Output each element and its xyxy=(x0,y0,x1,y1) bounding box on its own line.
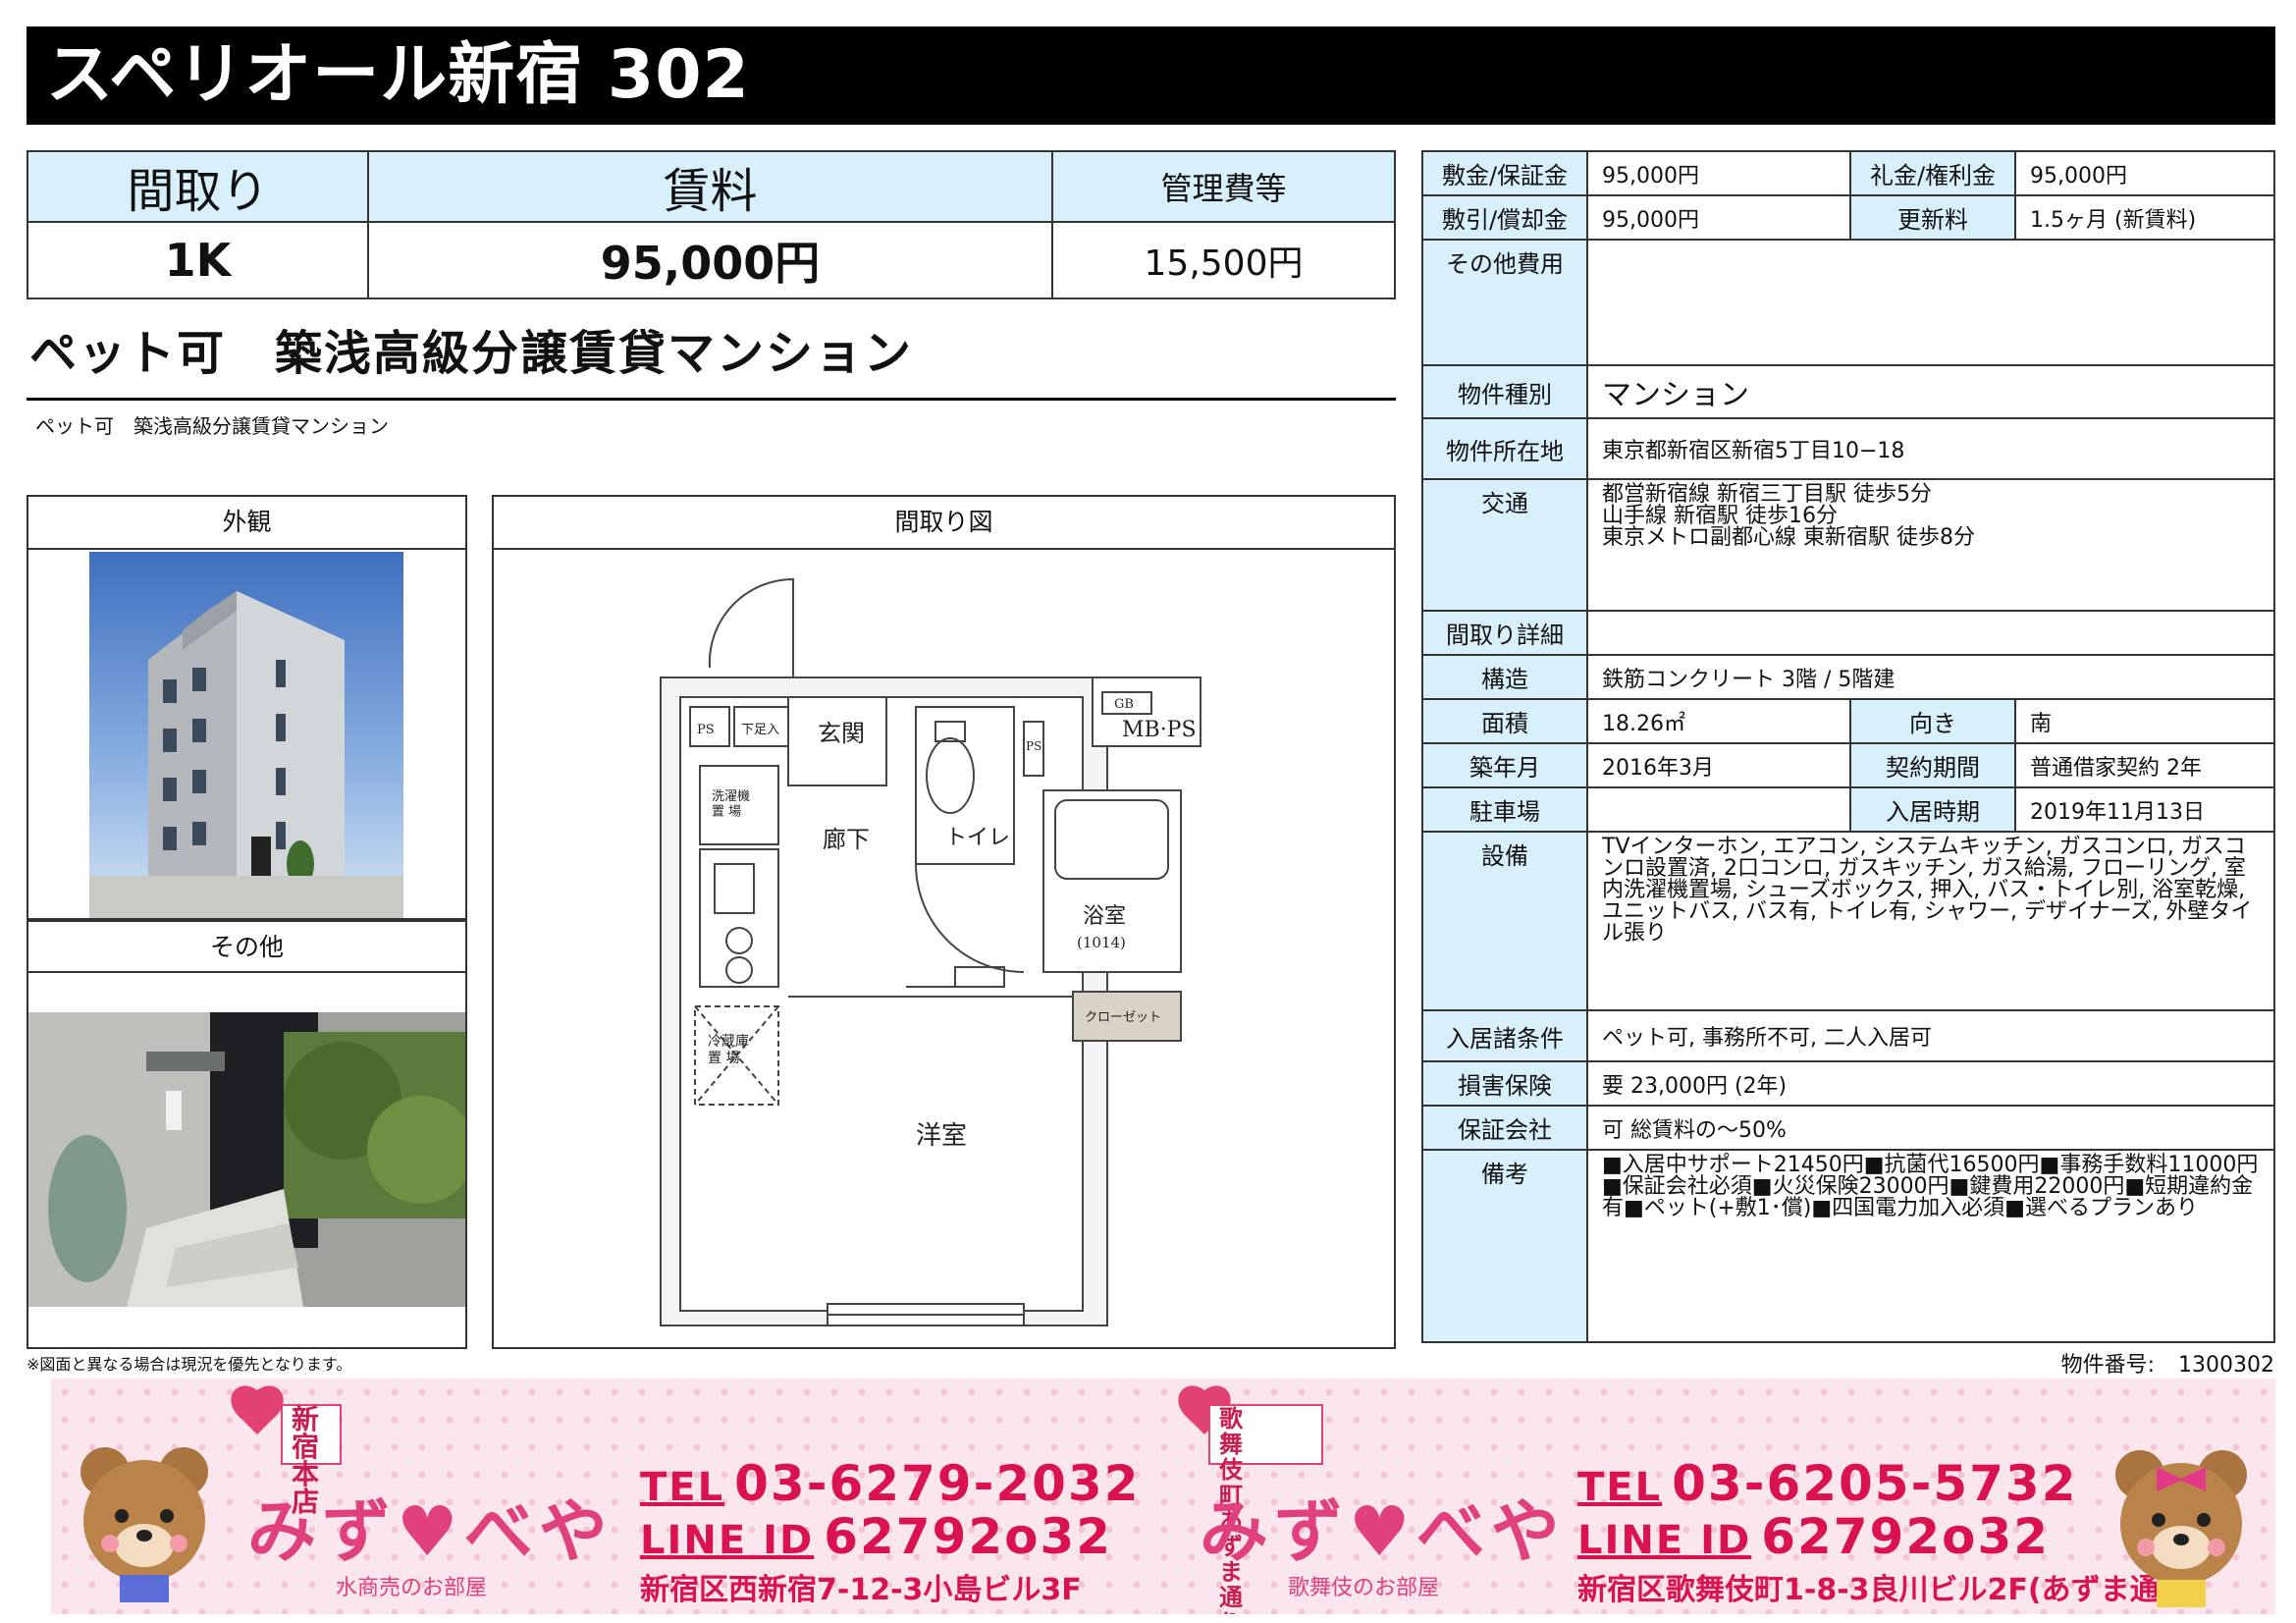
property-number: 物件番号: 1300302 xyxy=(2061,1347,2274,1379)
layout-detail-value xyxy=(1586,610,2275,656)
left-brand: みず♥べや xyxy=(247,1490,614,1572)
floorplan-panel: 間取り図 PS 下足入 玄関 PS GB MB·PS 洗濯機置 場 廊下 トイレ… xyxy=(492,495,1396,1349)
left-address: 新宿区西新宿7-12-3小島ビル3F xyxy=(640,1573,1082,1607)
exterior-photo xyxy=(89,552,403,918)
catch-copy: ペット可 築浅高級分譲賃貸マンション xyxy=(29,326,914,381)
key-money-value: 95,000円 xyxy=(2014,150,2275,196)
shikibiki-value: 95,000円 xyxy=(1586,194,1851,241)
built-value: 2016年3月 xyxy=(1586,742,1851,788)
direction-value: 南 xyxy=(2014,698,2275,744)
fp-toilet: トイレ xyxy=(945,826,1010,850)
structure-label: 構造 xyxy=(1421,654,1588,700)
equipment-label: 設備 xyxy=(1421,831,1588,1011)
exterior-panel: 外観 xyxy=(27,495,467,920)
fee-header: 管理費等 xyxy=(1051,150,1396,223)
address-value: 東京都新宿区新宿5丁目10−18 xyxy=(1586,417,2275,480)
fp-hall: 廊下 xyxy=(823,826,870,853)
property-number-label: 物件番号: xyxy=(2060,1353,2156,1378)
conditions-value: ペット可, 事務所不可, 二人入居可 xyxy=(1586,1009,2275,1062)
property-title: スペリオール新宿 302 xyxy=(27,27,2275,125)
deposit-value: 95,000円 xyxy=(1586,150,1851,196)
other-fees-label: その他費用 xyxy=(1421,239,1588,366)
renewal-value: 1.5ヶ月 (新賃料) xyxy=(2014,194,2275,241)
bear-icon xyxy=(2115,1450,2247,1607)
catch-subtext: ペット可 築浅高級分譲賃貸マンション xyxy=(35,414,389,438)
rent-header: 賃料 xyxy=(367,150,1053,223)
direction-label: 向き xyxy=(1849,698,2016,744)
left-tel[interactable]: TEL 03-6279-2032 xyxy=(640,1455,1141,1512)
insurance-value: 要 23,000円 (2年) xyxy=(1586,1060,2275,1107)
fp-western: 洋室 xyxy=(916,1121,967,1151)
other-heading: その他 xyxy=(28,920,465,973)
floorplan-heading: 間取り図 xyxy=(494,497,1394,550)
parking-label: 駐車場 xyxy=(1421,786,1588,833)
deposit-label: 敷金/保証金 xyxy=(1421,150,1588,196)
other-photo xyxy=(28,1012,465,1307)
details-table: 敷金/保証金 95,000円 礼金/権利金 95,000円 敷引/償却金 95,… xyxy=(1421,150,2275,1343)
layout-header: 間取り xyxy=(27,150,369,223)
movein-value: 2019年11月13日 xyxy=(2014,786,2275,833)
other-fees-value xyxy=(1586,239,2275,366)
conditions-label: 入居諸条件 xyxy=(1421,1009,1588,1062)
right-brand: みず♥べや xyxy=(1200,1490,1566,1572)
fp-shoe: 下足入 xyxy=(741,723,779,737)
floorplan-drawing: PS 下足入 玄関 PS GB MB·PS 洗濯機置 場 廊下 トイレ 浴室 (… xyxy=(660,577,1201,1326)
insurance-label: 損害保険 xyxy=(1421,1060,1588,1107)
fee-value: 15,500円 xyxy=(1051,221,1396,299)
movein-label: 入居時期 xyxy=(1849,786,2016,833)
area-value: 18.26㎡ xyxy=(1586,698,1851,744)
built-label: 築年月 xyxy=(1421,742,1588,788)
shikibiki-label: 敷引/償却金 xyxy=(1421,194,1588,241)
address-label: 物件所在地 xyxy=(1421,417,1588,480)
left-line-id[interactable]: LINE ID 62792o32 xyxy=(640,1508,1112,1565)
divider xyxy=(27,398,1396,401)
summary-table: 間取り 賃料 管理費等 1K 95,000円 15,500円 xyxy=(27,150,1396,299)
fp-mbps: MB·PS xyxy=(1122,718,1197,742)
type-value: マンション xyxy=(1586,364,2275,419)
guarantor-value: 可 総賃料の〜50% xyxy=(1586,1105,2275,1151)
right-brand-sub: 歌舞伎のお部屋 xyxy=(1288,1576,1440,1600)
parking-value xyxy=(1586,786,1851,833)
type-label: 物件種別 xyxy=(1421,364,1588,419)
exterior-heading: 外観 xyxy=(28,497,465,550)
renewal-label: 更新料 xyxy=(1849,194,2016,241)
remarks-value: ■入居中サポート21450円■抗菌代16500円■事務手数料11000円■保証会… xyxy=(1586,1149,2275,1343)
rent-value: 95,000円 xyxy=(367,221,1053,299)
right-tel[interactable]: TEL 03-6205-5732 xyxy=(1577,1455,2078,1512)
disclaimer-note: ※図面と異なる場合は現況を優先となります。 xyxy=(27,1355,352,1374)
guarantor-label: 保証会社 xyxy=(1421,1105,1588,1151)
equipment-value: TVインターホン, エアコン, システムキッチン, ガスコンロ, ガスコンロ設置… xyxy=(1586,831,2275,1011)
fp-bath: 浴室 xyxy=(1083,904,1126,929)
property-number-value: 1300302 xyxy=(2178,1353,2274,1378)
structure-value: 鉄筋コンクリート 3階 / 5階建 xyxy=(1586,654,2275,700)
shop-banner: 新宿 本店 みず♥べや 水商売のお部屋 TEL 03-6279-2032 LINE… xyxy=(51,1379,2275,1614)
area-label: 面積 xyxy=(1421,698,1588,744)
contract-value: 普通借家契約 2年 xyxy=(2014,742,2275,788)
fp-entrance: 玄関 xyxy=(818,720,865,747)
bear-icon xyxy=(80,1447,208,1602)
other-panel: その他 xyxy=(27,920,467,1349)
right-line-id[interactable]: LINE ID 62792o32 xyxy=(1577,1508,2050,1565)
left-brand-sub: 水商売のお部屋 xyxy=(336,1576,488,1600)
contract-label: 契約期間 xyxy=(1849,742,2016,788)
fp-ps2: PS xyxy=(1026,739,1041,753)
layout-value: 1K xyxy=(27,221,369,299)
transport-value: 都営新宿線 新宿三丁目駅 徒歩5分 山手線 新宿駅 徒歩16分 東京メトロ副都心… xyxy=(1586,478,2275,612)
layout-detail-label: 間取り詳細 xyxy=(1421,610,1588,656)
key-money-label: 礼金/権利金 xyxy=(1849,150,2016,196)
fp-bath-size: (1014) xyxy=(1077,934,1126,951)
fp-gb: GB xyxy=(1114,697,1134,712)
fp-ps1: PS xyxy=(697,723,715,737)
remarks-label: 備考 xyxy=(1421,1149,1588,1343)
transport-label: 交通 xyxy=(1421,478,1588,612)
fp-closet: クローゼット xyxy=(1085,1010,1161,1025)
